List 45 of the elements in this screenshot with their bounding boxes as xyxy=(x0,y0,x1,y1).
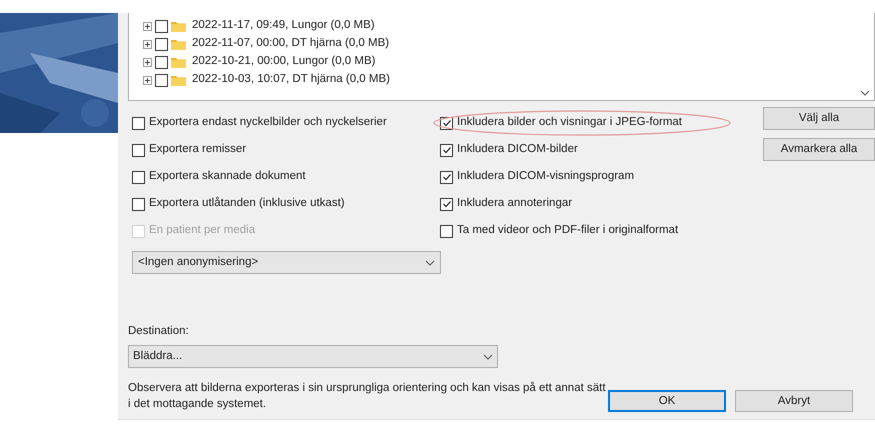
checkbox-label: Inkludera annoteringar xyxy=(457,196,572,212)
anonymization-dropdown[interactable]: <Ingen anonymisering> xyxy=(132,251,441,274)
checkbox[interactable] xyxy=(132,116,145,130)
checkbox-label: Exportera remisser xyxy=(149,142,246,158)
dialog-button[interactable]: OK xyxy=(608,390,726,412)
checkbox-label: Ta med videor och PDF-filer i originalformat xyxy=(457,223,678,238)
checkbox[interactable] xyxy=(440,170,453,184)
folder-icon xyxy=(171,74,186,86)
checkbox-label: Inkludera DICOM-visningsprogram xyxy=(457,169,634,184)
destination-label: Destination: xyxy=(128,324,190,339)
side-button[interactable]: Välj alla xyxy=(763,107,875,130)
expand-icon[interactable] xyxy=(143,40,152,48)
checkbox[interactable] xyxy=(155,74,168,86)
tree-item[interactable]: 2022-11-17, 09:49, Lungor (0,0 MB) xyxy=(192,17,375,35)
chevron-down-icon xyxy=(483,354,493,360)
chevron-down-icon xyxy=(860,90,870,96)
checkbox-label: Inkludera bilder och visningar i JPEG-format xyxy=(457,115,682,130)
expand-icon[interactable] xyxy=(143,22,152,30)
note-text: Observera att bilderna exporteras i sin ursprungliga orientering och kan visas på ett annat sätt i det mottagande systemet. xyxy=(128,380,607,412)
tree-item[interactable]: 2022-11-07, 00:00, DT hjärna (0,0 MB) xyxy=(192,35,390,53)
checkbox[interactable] xyxy=(155,56,168,68)
destination-dropdown[interactable]: Bläddra... xyxy=(128,345,498,368)
checkbox[interactable] xyxy=(440,224,453,238)
checkbox[interactable] xyxy=(440,144,453,156)
tree-item[interactable]: 2022-10-21, 00:00, Lungor (0,0 MB) xyxy=(192,53,376,71)
checkbox-label: Exportera utlåtanden (inklusive utkast) xyxy=(149,196,345,212)
checkbox[interactable] xyxy=(155,20,168,32)
checkbox[interactable] xyxy=(132,198,145,210)
folder-icon xyxy=(171,38,186,50)
checkbox[interactable] xyxy=(132,144,145,156)
folder-icon xyxy=(171,56,186,68)
chevron-down-icon xyxy=(425,260,435,266)
checkbox-label: Exportera endast nyckelbilder och nyckelserier xyxy=(149,115,387,130)
checkbox-label: Inkludera DICOM-bilder xyxy=(457,142,578,158)
folder-icon xyxy=(171,20,186,32)
side-button[interactable]: Avmarkera alla xyxy=(763,138,875,161)
checkbox[interactable] xyxy=(440,198,453,210)
checkbox-label: Exportera skannade dokument xyxy=(149,169,306,184)
expand-icon[interactable] xyxy=(143,76,152,84)
expand-icon[interactable] xyxy=(143,58,152,66)
checkbox[interactable] xyxy=(155,38,168,50)
tree-item[interactable]: 2022-10-03, 10:07, DT hjärna (0,0 MB) xyxy=(192,71,390,89)
dialog-button[interactable]: Avbryt xyxy=(735,390,853,412)
checkbox[interactable] xyxy=(132,170,145,184)
checkbox-label: En patient per media xyxy=(149,223,256,238)
